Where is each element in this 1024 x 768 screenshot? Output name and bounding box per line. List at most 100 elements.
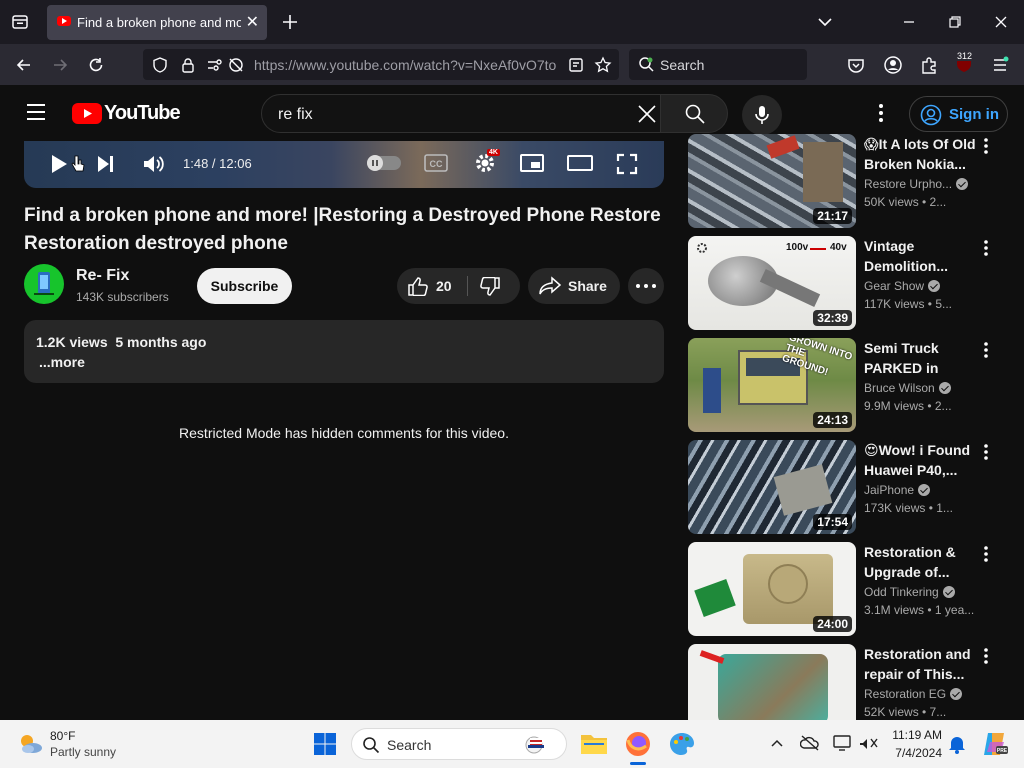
more-vertical-icon[interactable] [984, 648, 988, 664]
video-thumbnail[interactable]: GROWN INTO THE GROUND! 24:13 [688, 338, 856, 432]
taskbar-search-box[interactable]: Search [351, 728, 567, 760]
fullscreen-icon[interactable] [616, 153, 638, 175]
recommendation-item[interactable]: 17:54 😍Wow! i Found Huawei P40,... JaiPh… [688, 440, 1008, 534]
browser-tab-active[interactable]: Find a broken phone and more! |Restoring… [47, 5, 267, 40]
description-box[interactable]: 1.2K views 5 months ago ...more [24, 320, 664, 383]
show-hidden-icons-icon[interactable] [770, 736, 784, 750]
weather-partly-sunny-icon[interactable] [16, 730, 44, 758]
recommendation-channel[interactable]: Restore Urpho... [864, 177, 969, 191]
paint-app-icon[interactable] [668, 730, 696, 758]
clear-search-icon[interactable] [638, 105, 656, 123]
autoplay-toggle[interactable] [367, 155, 401, 171]
forward-icon[interactable] [50, 55, 70, 75]
miniplayer-icon[interactable] [519, 153, 545, 173]
notification-bell-icon[interactable] [948, 734, 966, 754]
ublock-extension-icon[interactable]: 312 [953, 51, 975, 75]
settings-dots-icon[interactable] [872, 103, 890, 123]
tab-overflow-chevron-icon[interactable] [816, 13, 834, 31]
guide-menu-icon[interactable] [26, 103, 46, 121]
youtube-search-input[interactable]: re fix [261, 94, 661, 133]
channel-avatar[interactable] [24, 264, 64, 304]
recommendation-item[interactable]: 100v 40v 32:39 Vintage Demolition... Gea… [688, 236, 1008, 330]
display-settings-icon[interactable] [832, 734, 852, 752]
tracking-shield-icon[interactable] [151, 56, 169, 74]
recommendation-channel[interactable]: Restoration EG [864, 687, 963, 701]
recommendation-title[interactable]: Restoration & Upgrade of... [864, 542, 982, 582]
recommendation-title[interactable]: 😱It A lots Of Old Broken Nokia... [864, 134, 982, 174]
lock-icon[interactable] [179, 56, 197, 74]
settings-gear-icon[interactable]: 4K [473, 149, 500, 175]
youtube-search-button[interactable] [660, 94, 728, 133]
pocket-icon[interactable] [846, 55, 866, 75]
play-icon[interactable] [50, 153, 68, 175]
recommendation-title[interactable]: Restoration and repair of This... [864, 644, 982, 684]
tab-list-icon[interactable] [10, 12, 30, 32]
recommendation-title[interactable]: Semi Truck PARKED in 1995... [864, 338, 982, 378]
recommendation-item[interactable]: GROWN INTO THE GROUND! 24:13 Semi Truck … [688, 338, 1008, 432]
description-more-link[interactable]: ...more [39, 354, 85, 370]
minimize-window-icon[interactable] [900, 13, 918, 31]
weather-condition[interactable]: Partly sunny [50, 745, 116, 759]
url-text[interactable]: https://www.youtube.com/watch?v=NxeAf0vO… [254, 57, 564, 73]
more-vertical-icon[interactable] [984, 138, 988, 154]
more-vertical-icon[interactable] [984, 342, 988, 358]
more-actions-button[interactable] [628, 268, 664, 304]
recommendation-title[interactable]: 😍Wow! i Found Huawei P40,... [864, 440, 982, 480]
browser-search-box[interactable]: Search [629, 49, 807, 80]
extensions-puzzle-icon[interactable] [919, 55, 939, 75]
next-video-icon[interactable] [96, 154, 116, 174]
copilot-icon[interactable]: PRE [980, 730, 1008, 758]
subscribe-button[interactable]: Subscribe [197, 268, 292, 304]
video-thumbnail[interactable] [688, 644, 856, 720]
reload-icon[interactable] [86, 55, 106, 75]
more-vertical-icon[interactable] [984, 546, 988, 562]
more-vertical-icon[interactable] [984, 444, 988, 460]
theater-mode-icon[interactable] [566, 154, 594, 172]
youtube-logo[interactable]: YouTube [72, 102, 181, 126]
video-thumbnail[interactable]: 24:00 [688, 542, 856, 636]
autoplay-blocked-icon[interactable] [227, 56, 245, 74]
network-volume-icon[interactable] [858, 734, 880, 752]
tab-close-icon[interactable]: ✕ [246, 12, 259, 32]
channel-name[interactable]: Re- Fix [76, 267, 129, 285]
back-icon[interactable] [14, 55, 34, 75]
dislike-button[interactable] [479, 277, 501, 297]
address-bar[interactable]: https://www.youtube.com/watch?v=NxeAf0vO… [143, 49, 619, 80]
video-thumbnail[interactable]: 21:17 [688, 134, 856, 228]
close-window-icon[interactable] [992, 13, 1010, 31]
onedrive-sync-icon[interactable] [800, 734, 820, 752]
clock-date[interactable]: 7/4/2024 [890, 746, 942, 760]
subtitles-icon[interactable]: CC [424, 154, 448, 172]
recommendation-channel[interactable]: JaiPhone [864, 483, 931, 497]
recommendation-channel[interactable]: Odd Tinkering [864, 585, 955, 599]
recommendation-item[interactable]: 24:00 Restoration & Upgrade of... Odd Ti… [688, 542, 1008, 636]
restore-window-icon[interactable] [946, 13, 964, 31]
windows-start-icon[interactable] [313, 732, 337, 756]
recommendation-title[interactable]: Vintage Demolition... [864, 236, 982, 276]
clock-time[interactable]: 11:19 AM [890, 728, 942, 742]
recommendation-channel[interactable]: Bruce Wilson [864, 381, 951, 395]
verified-check-icon [942, 586, 955, 598]
reader-view-icon[interactable] [567, 56, 585, 74]
volume-icon[interactable] [142, 153, 166, 175]
bookmark-star-icon[interactable] [594, 56, 612, 74]
share-button[interactable]: Share [528, 268, 620, 304]
search-query-text[interactable]: re fix [278, 106, 313, 124]
recommendation-channel[interactable]: Gear Show [864, 279, 941, 293]
weather-temperature[interactable]: 80°F [50, 729, 75, 743]
video-player[interactable]: 1:48 / 12:06 CC 4K [24, 141, 664, 188]
video-thumbnail[interactable]: 17:54 [688, 440, 856, 534]
like-button[interactable] [407, 276, 429, 296]
video-thumbnail[interactable]: 100v 40v 32:39 [688, 236, 856, 330]
permissions-icon[interactable] [206, 56, 224, 74]
file-explorer-icon[interactable] [580, 730, 608, 756]
more-vertical-icon[interactable] [984, 240, 988, 256]
voice-search-button[interactable] [742, 95, 782, 135]
new-tab-icon[interactable] [280, 12, 300, 32]
firefox-icon[interactable] [624, 730, 652, 758]
recommendation-item[interactable]: Restoration and repair of This... Restor… [688, 644, 1008, 720]
recommendation-item[interactable]: 21:17 😱It A lots Of Old Broken Nokia... … [688, 134, 1008, 228]
sign-in-button[interactable]: Sign in [909, 96, 1008, 132]
account-icon[interactable] [883, 55, 903, 75]
app-menu-icon[interactable] [990, 55, 1010, 75]
